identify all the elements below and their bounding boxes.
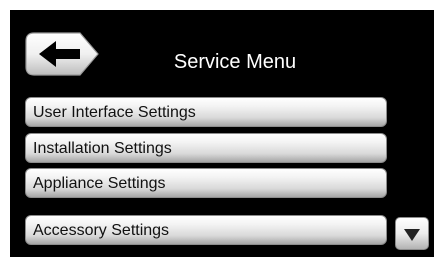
menu-item-label: Accessory Settings xyxy=(33,222,170,239)
back-button[interactable] xyxy=(25,32,99,76)
menu-item-appliance-settings[interactable]: Appliance Settings xyxy=(25,168,387,198)
menu-item-label: Appliance Settings xyxy=(33,175,166,192)
menu-item-accessory-settings[interactable]: Accessory Settings xyxy=(25,215,387,245)
arrow-left-icon xyxy=(25,32,99,76)
triangle-down-icon xyxy=(404,229,420,241)
menu-item-user-interface-settings[interactable]: User Interface Settings xyxy=(25,97,387,127)
menu-item-label: Installation Settings xyxy=(33,140,172,157)
service-menu-screen: Service Menu User Interface Settings Ins… xyxy=(10,10,434,257)
scroll-down-button[interactable] xyxy=(395,217,429,250)
page-title: Service Menu xyxy=(173,51,297,73)
menu-item-installation-settings[interactable]: Installation Settings xyxy=(25,133,387,163)
menu-item-label: User Interface Settings xyxy=(33,104,196,121)
